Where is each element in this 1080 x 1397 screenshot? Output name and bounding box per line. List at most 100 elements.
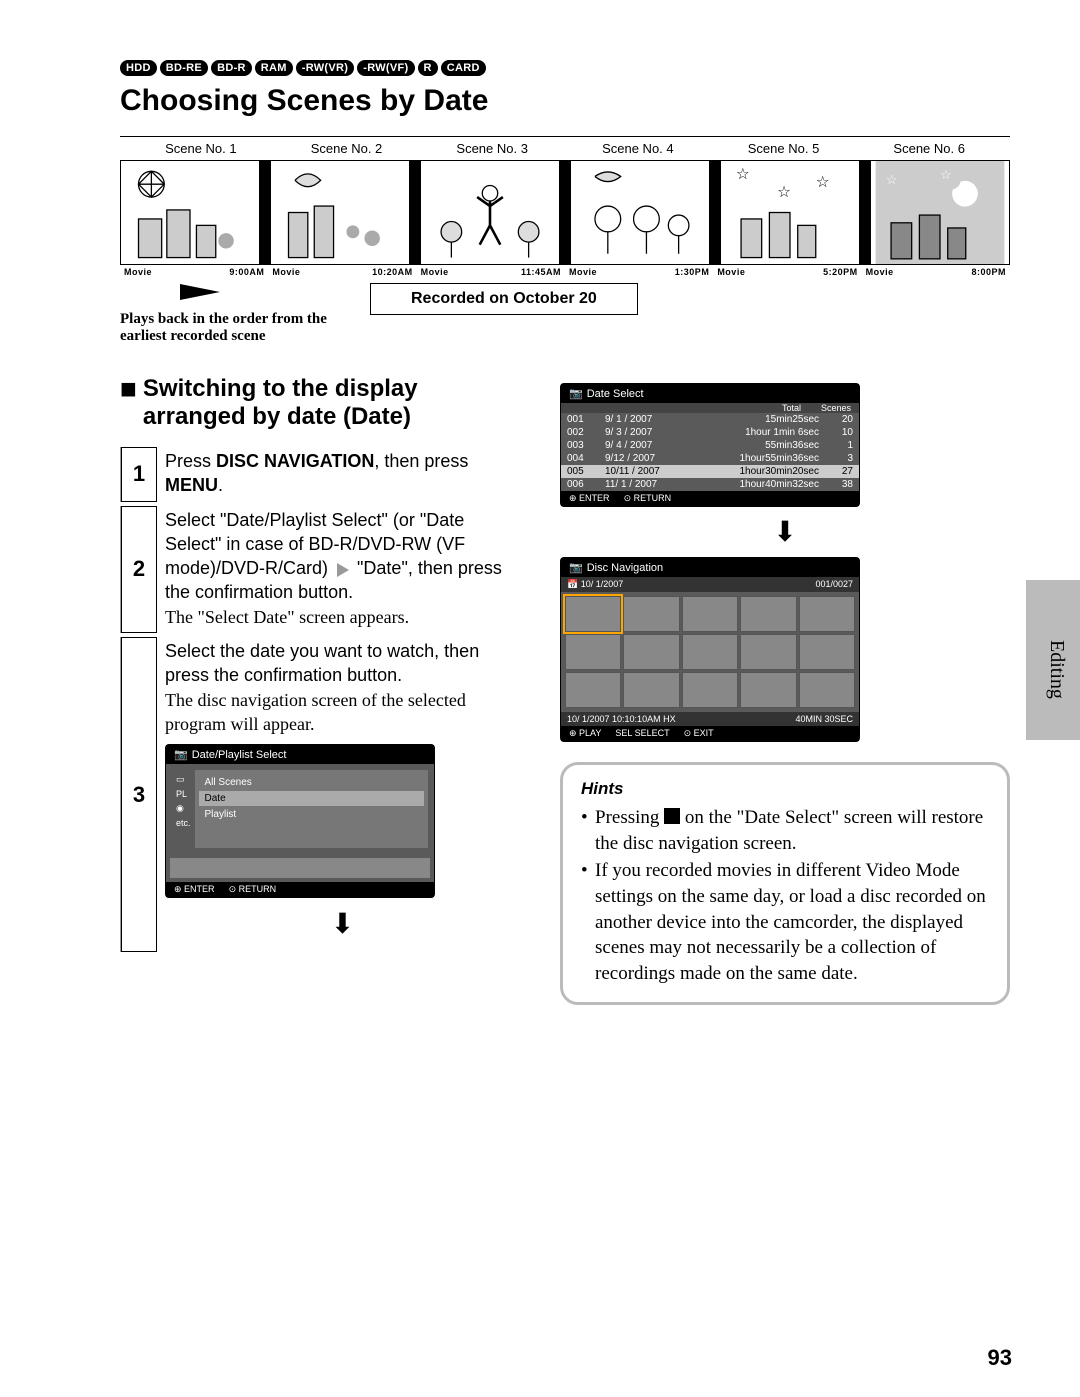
svg-text:☆: ☆ [886, 173, 898, 187]
nav-thumb[interactable] [682, 672, 738, 708]
scene-time: 5:20PM [823, 267, 858, 277]
nav-thumb[interactable] [623, 634, 679, 670]
scene-header: Scene No. 2 [274, 141, 420, 156]
section-heading: ■ Switching to the display arranged by d… [120, 375, 520, 431]
nav-thumb[interactable] [799, 672, 855, 708]
recorded-on-label: Recorded on October 20 [370, 283, 638, 315]
scene-header: Scene No. 1 [128, 141, 274, 156]
svg-text:☆: ☆ [940, 168, 952, 182]
step: 3 Select the date you want to watch, the… [120, 637, 520, 952]
svg-text:☆: ☆ [736, 166, 750, 183]
play-hint: ⊕ PLAY [569, 728, 601, 739]
camera-icon: 📷 [569, 387, 583, 400]
camera-icon: 📷 [174, 748, 188, 761]
scene-type: Movie [421, 267, 449, 277]
disc-icon: ◉ [176, 803, 191, 814]
scene-type: Movie [866, 267, 894, 277]
scene-type: Movie [272, 267, 300, 277]
nav-thumb[interactable] [799, 634, 855, 670]
down-arrow-icon: ⬇ [165, 906, 520, 944]
nav-thumb[interactable] [565, 672, 621, 708]
svg-text:☆: ☆ [816, 174, 830, 191]
nav-thumb[interactable] [682, 596, 738, 632]
badge: -RW(VR) [296, 60, 355, 76]
scene-type: Movie [717, 267, 745, 277]
folder-icon: ▭ [176, 774, 191, 785]
date-row[interactable]: 0049/12 / 20071hour55min36sec3 [561, 452, 859, 465]
hint-item: Pressing on the "Date Select" screen wil… [581, 805, 989, 856]
nav-thumb[interactable] [623, 596, 679, 632]
page-number: 93 [988, 1345, 1012, 1371]
nav-thumb[interactable] [740, 672, 796, 708]
scene-thumb [421, 161, 571, 264]
media-badges: HDD BD-RE BD-R RAM -RW(VR) -RW(VF) R CAR… [120, 60, 1010, 76]
step-note: The disc navigation screen of the select… [165, 688, 520, 737]
date-row-selected[interactable]: 00510/11 / 20071hour30min20sec27 [561, 465, 859, 478]
select-hint: SEL SELECT [615, 728, 669, 739]
camera-icon: 📷 [569, 561, 583, 574]
scene-thumb: ☆☆ [871, 161, 1009, 264]
step-body: Select "Date/Playlist Select" (or "Date … [157, 506, 520, 633]
scene-time: 10:20AM [372, 267, 413, 277]
scene-time: 1:30PM [675, 267, 710, 277]
arrow-icon [337, 563, 349, 577]
playlist-select-screen: 📷Date/Playlist Select ▭ PL ◉ etc. All Sc… [165, 744, 435, 898]
nav-thumb[interactable] [799, 596, 855, 632]
svg-text:☆: ☆ [777, 184, 791, 201]
section-tab-label: Editing [1045, 640, 1068, 699]
return-hint: ⊙ RETURN [624, 493, 672, 504]
badge: CARD [441, 60, 486, 76]
hints-box: Hints Pressing on the "Date Select" scre… [560, 762, 1010, 1005]
step-number: 1 [121, 447, 157, 502]
date-row[interactable]: 00611/ 1 / 20071hour40min32sec38 [561, 478, 859, 491]
badge: R [418, 60, 438, 76]
page-title: Choosing Scenes by Date [120, 84, 1010, 118]
play-arrow-icon [180, 284, 220, 300]
date-row[interactable]: 0019/ 1 / 200715min25sec20 [561, 413, 859, 426]
step-number: 2 [121, 506, 157, 633]
disc-navigation-screen: 📷Disc Navigation 📅 10/ 1/2007001/0027 [560, 557, 860, 742]
scene-time: 8:00PM [971, 267, 1006, 277]
badge: RAM [255, 60, 293, 76]
nav-thumb[interactable] [740, 596, 796, 632]
nav-thumb[interactable] [682, 634, 738, 670]
menu-item-selected[interactable]: Date [199, 791, 424, 806]
scene-header: Scene No. 6 [856, 141, 1002, 156]
step: 1 Press DISC NAVIGATION, then press MENU… [120, 447, 520, 502]
menu-item[interactable]: All Scenes [199, 775, 424, 790]
nav-thumb[interactable] [565, 634, 621, 670]
etc-label: etc. [176, 818, 191, 828]
enter-hint: ⊕ ENTER [174, 884, 215, 895]
scene-header: Scene No. 3 [419, 141, 565, 156]
scene-counter: 001/0027 [815, 579, 853, 590]
scene-thumb [271, 161, 421, 264]
hints-title: Hints [581, 779, 989, 799]
date-bracket: Plays back in the order from the earlies… [120, 283, 1010, 345]
step-body: Press DISC NAVIGATION, then press MENU. [157, 447, 520, 502]
nav-thumb[interactable] [740, 634, 796, 670]
down-arrow-icon: ⬇ [560, 515, 1010, 549]
menu-item[interactable]: Playlist [199, 807, 424, 822]
scene-thumb: ☆ ☆ ☆ [721, 161, 871, 264]
exit-hint: ⊙ EXIT [684, 728, 714, 739]
nav-thumb[interactable] [623, 672, 679, 708]
step-body: Select the date you want to watch, then … [157, 637, 520, 952]
scene-thumb [121, 161, 271, 264]
step-number: 3 [121, 637, 157, 952]
return-hint: ⊙ RETURN [229, 884, 277, 895]
step-note: The "Select Date" screen appears. [165, 605, 520, 629]
date-row[interactable]: 0039/ 4 / 200755min36sec1 [561, 439, 859, 452]
playback-note: Plays back in the order from the earlies… [120, 311, 340, 345]
date-row[interactable]: 0029/ 3 / 20071hour 1min 6sec10 [561, 426, 859, 439]
square-bullet-icon: ■ [120, 375, 137, 431]
scene-type: Movie [124, 267, 152, 277]
date-select-screen: 📷Date Select TotalScenes 0019/ 1 / 20071… [560, 383, 860, 507]
scene-time: 9:00AM [229, 267, 264, 277]
badge: -RW(VF) [357, 60, 414, 76]
badge: BD-R [211, 60, 252, 76]
badge: HDD [120, 60, 157, 76]
scene-header: Scene No. 5 [711, 141, 857, 156]
badge: BD-RE [160, 60, 208, 76]
scene-header: Scene No. 4 [565, 141, 711, 156]
nav-thumb[interactable] [565, 596, 621, 632]
